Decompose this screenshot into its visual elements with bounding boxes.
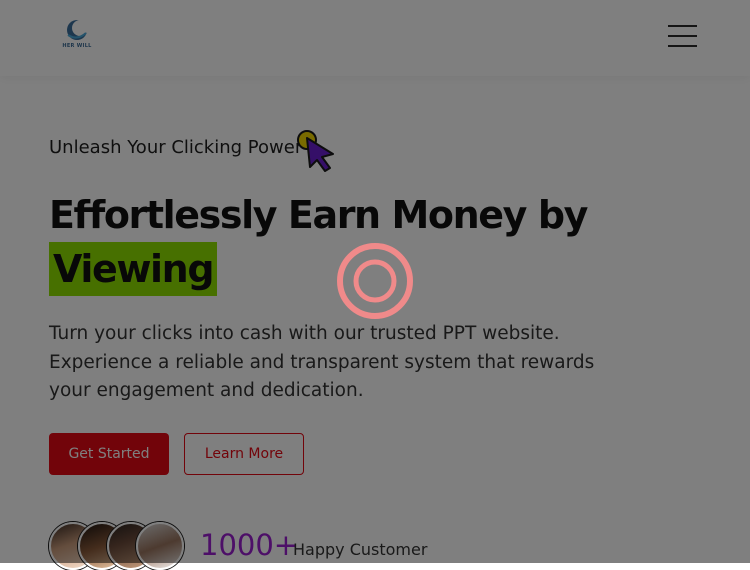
hero-tagline: Unleash Your Clicking Power <box>49 137 303 158</box>
loading-spinner-icon <box>337 243 413 319</box>
logo-text: HER WILL <box>62 43 92 49</box>
hero-description: Turn your clicks into cash with our trus… <box>49 323 595 401</box>
learn-more-button[interactable]: Learn More <box>184 433 304 475</box>
hamburger-menu-icon[interactable] <box>668 23 698 49</box>
customer-count: 1000+ <box>200 528 299 562</box>
site-logo[interactable]: HER WILL <box>62 19 92 53</box>
site-header: HER WILL <box>0 0 750 76</box>
pointer-cursor-icon <box>297 130 334 172</box>
customer-count-label: Happy Customer <box>293 540 428 559</box>
headline-highlight: Viewing <box>49 242 218 296</box>
headline-line: Effortlessly Earn Money by <box>49 193 588 237</box>
logo-icon <box>67 20 88 40</box>
get-started-button[interactable]: Get Started <box>49 433 169 475</box>
